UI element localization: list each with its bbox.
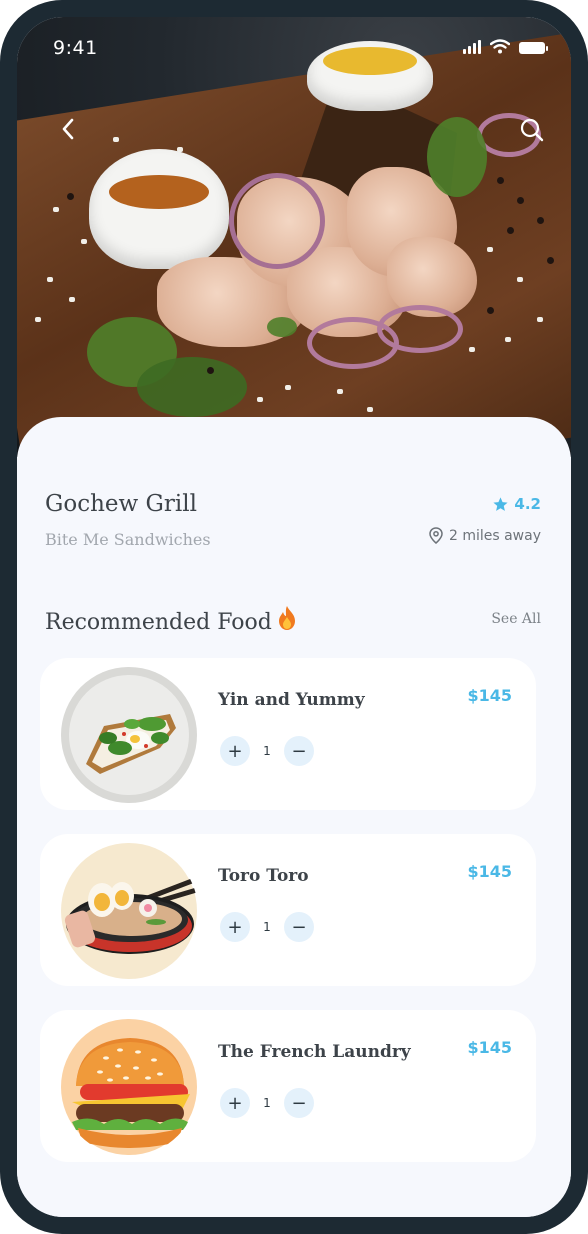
decrease-button[interactable]: − [284,912,314,942]
star-icon [493,496,509,511]
food-price: $145 [467,686,512,705]
section-title: Recommended Food [45,605,298,635]
quantity-stepper: + 1 − [220,1088,314,1118]
search-icon [520,118,544,142]
location-pin-icon [429,527,443,544]
wifi-icon [490,39,510,54]
food-name: The French Laundry [218,1042,411,1062]
food-card[interactable]: Yin and Yummy $145 + 1 − [40,658,536,810]
thyme-herb [137,357,247,417]
restaurant-subtitle: Bite Me Sandwiches [45,530,211,549]
search-button[interactable] [519,117,545,143]
decrease-button[interactable]: − [284,736,314,766]
hero-food-photo: 9:41 [17,17,571,457]
section-title-text: Recommended Food [45,610,272,635]
phone-frame: 9:41 Gochew Grill Bite Me Sandwiches 4.2… [0,0,588,1234]
food-image-ramen [60,842,198,980]
status-icons [463,39,548,54]
restaurant-name: Gochew Grill [45,491,197,517]
battery-icon [519,42,548,54]
food-image-burger [60,1018,198,1156]
increase-button[interactable]: + [220,912,250,942]
status-time: 9:41 [53,37,98,59]
quantity-value: 1 [263,1096,271,1110]
back-arrow-icon [62,118,74,140]
quantity-value: 1 [263,920,271,934]
see-all-link[interactable]: See All [491,611,541,627]
mustard-sauce [323,47,417,75]
quantity-stepper: + 1 − [220,912,314,942]
food-price: $145 [467,1038,512,1057]
food-price: $145 [467,862,512,881]
brown-sauce [109,175,209,209]
food-image-toast [60,666,198,804]
quantity-value: 1 [263,744,271,758]
screen: 9:41 Gochew Grill Bite Me Sandwiches 4.2… [17,17,571,1217]
quantity-stepper: + 1 − [220,736,314,766]
back-button[interactable] [57,117,81,141]
food-card[interactable]: Toro Toro $145 + 1 − [40,834,536,986]
sauce-bowl-front [89,149,229,269]
onion-ring [229,173,325,269]
rating: 4.2 [492,495,541,513]
food-name: Toro Toro [218,866,309,886]
increase-button[interactable]: + [220,736,250,766]
distance-text: 2 miles away [448,527,541,544]
decrease-button[interactable]: − [284,1088,314,1118]
increase-button[interactable]: + [220,1088,250,1118]
distance: 2 miles away [429,527,541,544]
food-name: Yin and Yummy [218,690,365,710]
onion-ring [377,305,463,353]
food-card[interactable]: The French Laundry $145 + 1 − [40,1010,536,1162]
rating-value: 4.2 [514,495,541,513]
thyme-herb [267,317,297,337]
thyme-herb [427,117,487,197]
signal-icon [463,40,481,54]
fire-icon [278,606,295,630]
